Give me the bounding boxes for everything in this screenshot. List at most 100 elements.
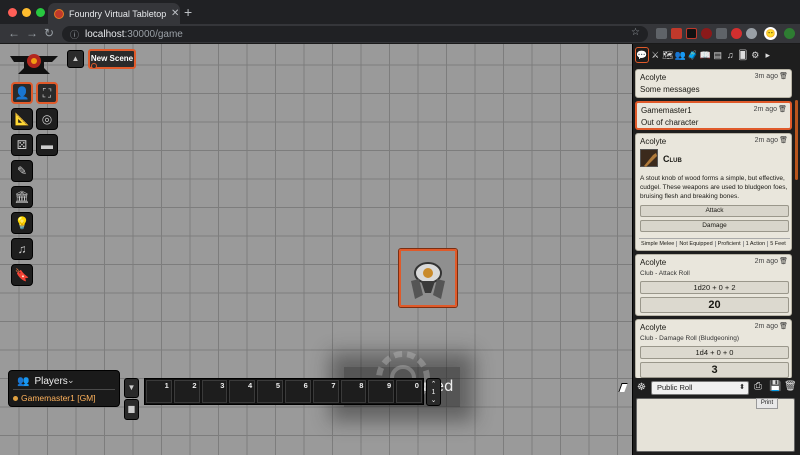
page-up-icon[interactable]: ⌃	[427, 381, 440, 389]
roll-formula[interactable]: 1d20 + 0 + 2	[640, 281, 789, 294]
close-window-button[interactable]	[8, 8, 17, 17]
roll-flavor: Club - Damage Roll (Bludgeoning)	[640, 335, 739, 342]
scene-navigation-toggle[interactable]: ▲	[67, 50, 84, 68]
macro-slot[interactable]: 9	[368, 380, 395, 403]
message-timestamp: 3m ago	[754, 73, 778, 80]
macro-slot[interactable]: 4	[229, 380, 256, 403]
tab-settings-icon[interactable]: ⚙	[749, 47, 762, 63]
notes-icon[interactable]: 🔖	[11, 264, 33, 286]
message-timestamp: 2m ago	[754, 258, 778, 265]
walls-icon[interactable]: 🏛	[11, 186, 33, 208]
macro-slot-number: 5	[275, 381, 280, 390]
ruler-icon[interactable]: ▬	[36, 134, 58, 156]
back-button[interactable]: ←	[8, 26, 20, 40]
tab-tables-icon[interactable]: ▤	[712, 47, 725, 63]
tab-items-icon[interactable]: 🧳	[687, 47, 700, 63]
macro-slot[interactable]: 5	[257, 380, 283, 403]
delete-message-icon[interactable]: 🗑	[779, 257, 788, 265]
token-controls-icon[interactable]: 👤	[11, 82, 33, 104]
page-down-icon[interactable]: ⌄	[427, 397, 440, 405]
roll-total[interactable]: 3	[640, 362, 789, 378]
collapse-sidebar-icon[interactable]: ▸	[762, 47, 775, 63]
sounds-icon[interactable]: ♫	[11, 238, 33, 260]
forward-button[interactable]: →	[26, 26, 38, 40]
extension-icon[interactable]	[656, 28, 667, 39]
macro-slot[interactable]: 6	[284, 380, 311, 403]
players-list[interactable]: 👥 Players ⌄ Gamemaster1 [GM]	[8, 370, 120, 407]
tab-actors-icon[interactable]: 👥	[674, 47, 687, 63]
macro-slot-number: 4	[248, 381, 253, 390]
player-color-dot	[13, 395, 18, 401]
chat-message-ooc: Gamemaster1 2m ago 🗑 Out of character	[635, 101, 792, 130]
extension-icon[interactable]	[784, 28, 795, 39]
player-item[interactable]: Gamemaster1 [GM]	[13, 393, 96, 403]
attack-button[interactable]: Attack	[640, 205, 789, 217]
print-icon[interactable]: ⎙	[754, 381, 762, 392]
tiles-icon[interactable]: ⚄	[11, 134, 33, 156]
delete-message-icon[interactable]: 🗑	[779, 322, 788, 330]
macro-slot[interactable]: 3	[201, 380, 228, 403]
attack-roll-message: Acolyte 2m ago 🗑 Club - Attack Roll 1d20…	[635, 254, 792, 316]
info-icon[interactable]: ⓘ	[70, 28, 79, 41]
hotbar-collapse-button[interactable]: ▼	[124, 378, 139, 398]
dice-roll-icon[interactable]: ☸	[637, 382, 646, 393]
item-description: A stout knob of wood forms a simple, but…	[640, 175, 788, 200]
new-tab-button[interactable]: +	[184, 4, 192, 20]
browser-tab[interactable]: Foundry Virtual Tabletop • A Sh ✕	[48, 3, 180, 24]
macro-slot-number: 2	[192, 381, 197, 390]
roll-mode-select[interactable]: Public Roll ⬍	[651, 381, 749, 395]
extension-icon[interactable]	[686, 28, 697, 39]
minimize-window-button[interactable]	[22, 8, 31, 17]
tab-scenes-icon[interactable]: 🗺	[662, 47, 675, 63]
lighting-icon[interactable]: 💡	[11, 212, 33, 234]
delete-message-icon[interactable]: 🗑	[779, 136, 788, 144]
roll-total[interactable]: 20	[640, 297, 789, 313]
macro-slot-number: 6	[303, 381, 308, 390]
macro-slot[interactable]: 0	[396, 380, 422, 403]
tab-compendium-icon[interactable]: 🂠	[737, 47, 750, 63]
macro-slot[interactable]: 8	[340, 380, 367, 403]
sidebar: 💬 ⚔ 🗺 👥 🧳 📖 ▤ ♫ 🂠 ⚙ ▸ Acolyte 3m ago 🗑 Some messag…	[632, 44, 800, 455]
bookmark-star-icon[interactable]: ☆	[631, 27, 640, 38]
chat-log[interactable]: Acolyte 3m ago 🗑 Some messages Gamemaste…	[633, 66, 794, 378]
foundry-anvil-logo[interactable]	[8, 50, 60, 76]
tab-journal-icon[interactable]: 📖	[699, 47, 712, 63]
delete-message-icon[interactable]: 🗑	[778, 105, 787, 113]
macro-slot-number: 7	[331, 381, 336, 390]
extension-icon[interactable]	[731, 28, 742, 39]
message-content: Out of character	[641, 118, 699, 127]
delete-message-icon[interactable]: 🗑	[779, 72, 788, 80]
tab-combat-icon[interactable]: ⚔	[649, 47, 662, 63]
save-icon[interactable]: 💾	[769, 381, 781, 392]
macro-directory-folder-icon[interactable]: ▆	[124, 399, 139, 420]
reload-button[interactable]: ↻	[44, 26, 54, 40]
maximize-window-button[interactable]	[36, 8, 45, 17]
hotbar-page-control[interactable]: ⌃ 1 ⌄	[426, 378, 441, 406]
extension-icon[interactable]	[671, 28, 682, 39]
item-name[interactable]: Club	[663, 154, 682, 164]
extension-icon[interactable]	[716, 28, 727, 39]
select-icon[interactable]: ⛶	[36, 82, 58, 104]
macro-slot[interactable]: 2	[173, 380, 200, 403]
drawing-icon[interactable]: ✎	[11, 160, 33, 182]
target-icon[interactable]: ◎	[36, 108, 58, 130]
tab-playlists-icon[interactable]: ♫	[724, 47, 737, 63]
extension-icon[interactable]	[746, 28, 757, 39]
clear-chat-icon[interactable]: 🗑	[784, 381, 797, 392]
roll-formula[interactable]: 1d4 + 0 + 0	[640, 346, 789, 359]
chat-scrollbar[interactable]	[795, 100, 798, 180]
damage-button[interactable]: Damage	[640, 220, 789, 232]
macro-slot[interactable]: 1	[146, 380, 172, 403]
macro-slot-number: 3	[220, 381, 225, 390]
chevron-down-icon[interactable]: ⌄	[67, 375, 75, 386]
acolyte-token[interactable]	[399, 249, 457, 307]
tab-chat-icon[interactable]: 💬	[635, 47, 649, 63]
message-sender: Gamemaster1	[641, 106, 692, 115]
players-header[interactable]: 👥 Players	[17, 376, 68, 387]
extension-icon[interactable]	[701, 28, 712, 39]
close-tab-icon[interactable]: ✕	[171, 8, 179, 19]
url-field[interactable]: ⓘ localhost:30000/game ☆	[62, 26, 648, 42]
measure-icon[interactable]: 📐	[11, 108, 33, 130]
profile-avatar[interactable]: 😶	[764, 27, 777, 40]
macro-slot[interactable]: 7	[312, 380, 339, 403]
